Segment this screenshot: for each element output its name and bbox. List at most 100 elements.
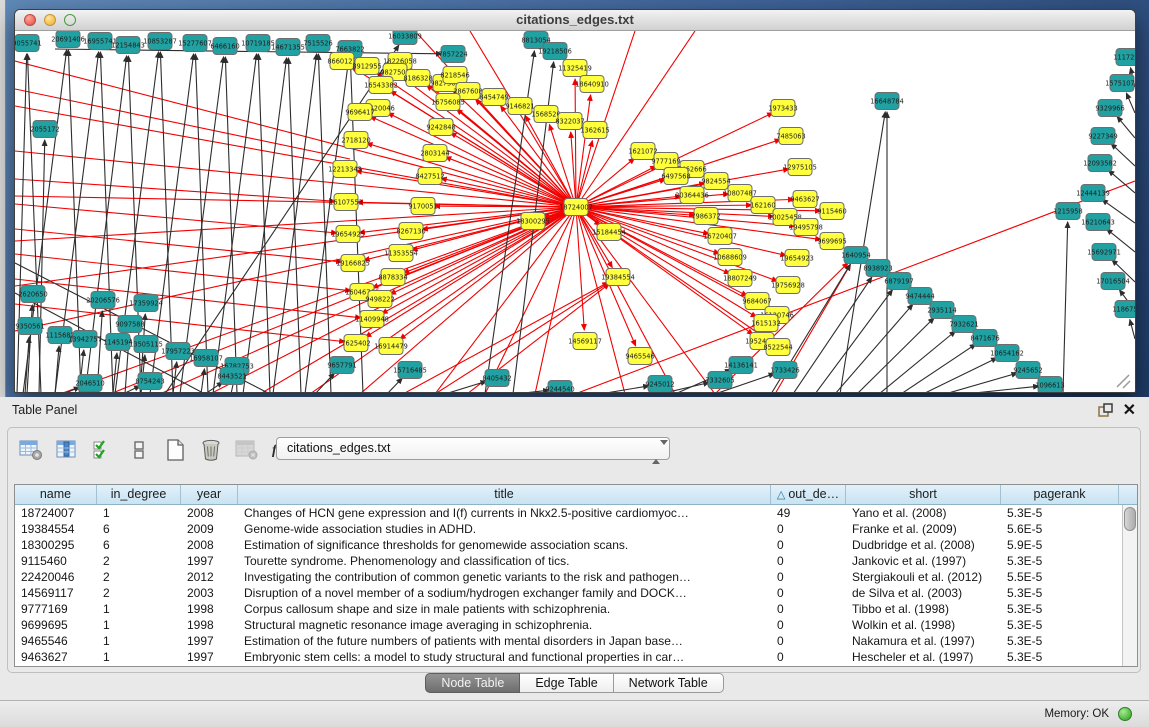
cell-year[interactable]: 2009 [181, 521, 238, 537]
graph-node[interactable]: 19495798 [789, 219, 823, 236]
graph-node[interactable]: 9824554 [701, 173, 730, 190]
cell-out_de[interactable]: 0 [771, 585, 846, 601]
graph-node[interactable]: 9245652 [1013, 362, 1042, 379]
graph-node[interactable]: 8454749 [479, 89, 508, 106]
graph-node[interactable]: 20364436 [675, 187, 709, 204]
graph-node[interactable]: 12213343 [328, 161, 362, 178]
new-column-button[interactable] [162, 439, 187, 464]
table-scrollbar[interactable] [1122, 505, 1137, 667]
graph-node[interactable]: 10654162 [990, 345, 1024, 362]
cell-title[interactable]: Estimation of the future numbers of pati… [238, 633, 771, 649]
graph-edge[interactable] [1130, 320, 1135, 339]
graph-node[interactable]: 19756928 [771, 277, 805, 294]
graph-edge[interactable] [1126, 93, 1135, 113]
table-row[interactable]: 946554611997Estimation of the future num… [15, 633, 1137, 649]
graph-node[interactable]: 16033809 [388, 31, 422, 45]
cell-in_degree[interactable]: 2 [97, 553, 181, 569]
graph-node[interactable]: 16648784 [870, 93, 904, 110]
graph-edge[interactable] [15, 89, 350, 159]
cell-short[interactable]: Dudbridge et al. (2008) [846, 537, 1001, 553]
graph-edge[interactable] [445, 157, 576, 207]
graph-edge[interactable] [39, 140, 45, 392]
graph-node[interactable]: 1615132 [751, 315, 780, 332]
cell-year[interactable]: 1997 [181, 633, 238, 649]
graph-node[interactable]: 1362615 [580, 122, 609, 139]
graph-node[interactable]: 2935114 [927, 302, 956, 319]
float-panel-icon[interactable] [1098, 403, 1113, 422]
cell-year[interactable]: 2008 [181, 537, 238, 553]
graph-node[interactable]: 18640910 [575, 76, 609, 93]
graph-edge[interactable] [445, 381, 486, 392]
graph-node[interactable]: 2803144 [420, 145, 449, 162]
table-row[interactable]: 911546021997Tourette syndrome. Phenomeno… [15, 553, 1137, 569]
graph-node[interactable]: 1973433 [768, 100, 797, 117]
select-columns-button[interactable] [90, 439, 115, 464]
cell-pagerank[interactable]: 5.3E-5 [1001, 505, 1119, 521]
graph-node[interactable]: 19166825 [336, 255, 370, 272]
graph-node[interactable]: 11325419 [558, 60, 592, 77]
graph-node[interactable]: 7515526 [303, 35, 332, 52]
graph-node[interactable]: 2055172 [30, 121, 59, 138]
cell-short[interactable]: Tibbo et al. (1998) [846, 601, 1001, 617]
graph-edge[interactable] [15, 204, 337, 233]
graph-node[interactable]: 14569117 [568, 333, 602, 350]
column-header-name[interactable]: name [15, 485, 97, 504]
cell-year[interactable]: 1997 [181, 553, 238, 569]
graph-node[interactable]: 8912955 [352, 58, 381, 75]
graph-node[interactable]: 15716485 [393, 362, 427, 379]
graph-node[interactable]: 7485063 [776, 128, 805, 145]
graph-node[interactable]: 11409948 [355, 311, 389, 328]
cell-title[interactable]: Embryonic stem cells: a model to study s… [238, 649, 771, 665]
graph-node[interactable]: 9146821 [505, 98, 534, 115]
resize-grip[interactable] [1117, 375, 1130, 388]
cell-short[interactable]: Hescheler et al. (1997) [846, 649, 1001, 665]
graph-node[interactable]: 12975105 [783, 159, 817, 176]
network-view-window[interactable]: citations_edges.txt 90557412069140616955… [14, 9, 1136, 393]
cell-year[interactable]: 1998 [181, 617, 238, 633]
graph-node[interactable]: 16756085 [431, 94, 465, 111]
table-row[interactable]: 946362711997Embryonic stem cells: a mode… [15, 649, 1137, 665]
graph-node[interactable]: 16107553 [329, 194, 363, 211]
cell-pagerank[interactable]: 5.5E-5 [1001, 569, 1119, 585]
graph-node[interactable]: 8754243 [135, 373, 164, 390]
show-column-button[interactable] [54, 439, 79, 464]
graph-edge[interactable] [576, 31, 635, 207]
column-header-in_degree[interactable]: in_degree [97, 485, 181, 504]
cell-name[interactable]: 9699695 [15, 617, 97, 633]
cell-out_de[interactable]: 0 [771, 601, 846, 617]
graph-node[interactable]: 9227349 [1088, 128, 1117, 145]
graph-node[interactable]: 9463627 [790, 191, 819, 208]
graph-node[interactable]: 8218546 [440, 67, 469, 84]
graph-edge[interactable] [923, 358, 997, 392]
graph-node[interactable]: 17359924 [129, 295, 163, 312]
cell-in_degree[interactable]: 1 [97, 633, 181, 649]
network-canvas[interactable]: 9055741206914061695574112154843108532871… [15, 31, 1135, 392]
cell-short[interactable]: Yano et al. (2008) [846, 505, 1001, 521]
cell-pagerank[interactable]: 5.3E-5 [1001, 553, 1119, 569]
cell-pagerank[interactable]: 5.3E-5 [1001, 617, 1119, 633]
graph-node[interactable]: 15751074 [1105, 75, 1135, 92]
graph-node[interactable]: 6466160 [210, 38, 239, 55]
cell-name[interactable]: 22420046 [15, 569, 97, 585]
graph-node[interactable]: 2620650 [18, 286, 47, 303]
table-select-dropdown[interactable]: citations_edges.txt [276, 437, 670, 460]
cell-out_de[interactable]: 0 [771, 537, 846, 553]
graph-edge[interactable] [201, 369, 204, 392]
graph-node[interactable]: 10719185 [241, 35, 275, 52]
graph-node[interactable]: 9115460 [817, 203, 846, 220]
cell-in_degree[interactable]: 6 [97, 537, 181, 553]
graph-node[interactable]: 16210643 [1081, 214, 1115, 231]
cell-pagerank[interactable]: 5.3E-5 [1001, 585, 1119, 601]
graph-edge[interactable] [575, 79, 576, 207]
cell-pagerank[interactable]: 5.3E-5 [1001, 649, 1119, 665]
graph-node[interactable]: 8186328 [403, 70, 432, 87]
graph-edge[interactable] [576, 207, 584, 330]
graph-node[interactable]: 19384554 [601, 269, 635, 286]
graph-node[interactable]: 18724007 [559, 199, 593, 216]
graph-node[interactable]: 12444139 [1076, 185, 1110, 202]
cell-name[interactable]: 9463627 [15, 649, 97, 665]
graph-node[interactable]: 15692971 [1087, 244, 1121, 261]
graph-node[interactable]: 8878334 [378, 269, 407, 286]
cell-title[interactable]: Structural magnetic resonance image aver… [238, 617, 771, 633]
cell-in_degree[interactable]: 1 [97, 649, 181, 665]
